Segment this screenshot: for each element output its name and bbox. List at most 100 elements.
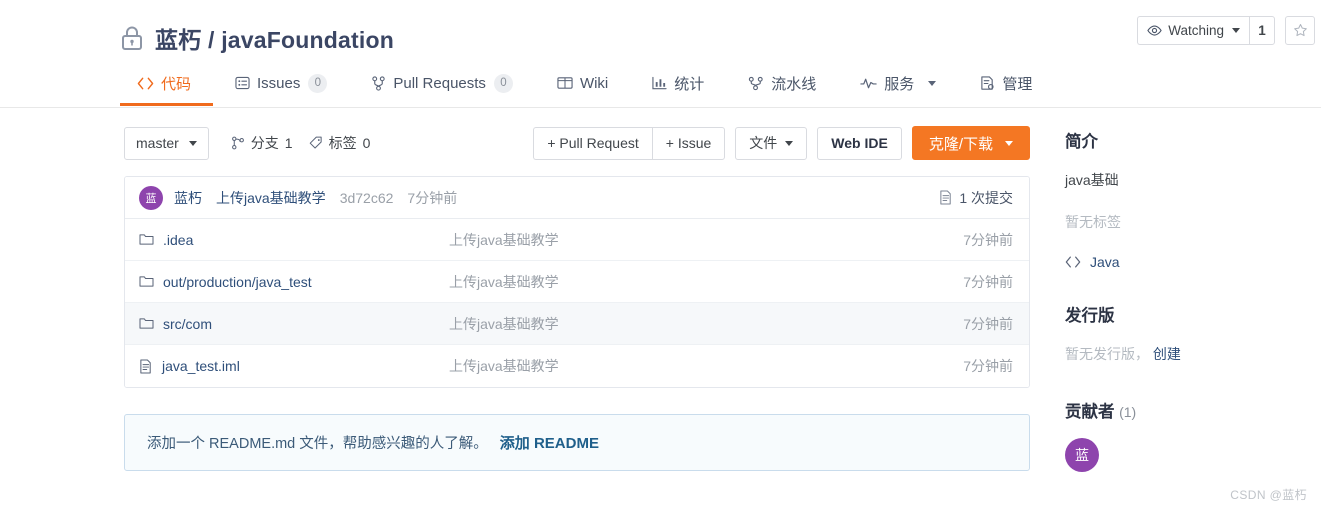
tab-manage[interactable]: 管理	[958, 61, 1054, 105]
primary-language[interactable]: Java	[1065, 254, 1321, 270]
contributors-section: 贡献者 (1) 蓝	[1065, 398, 1321, 472]
web-ide-button[interactable]: Web IDE	[817, 126, 902, 160]
chart-icon	[652, 76, 667, 90]
watch-count[interactable]: 1	[1249, 16, 1275, 45]
branch-icon	[231, 136, 245, 150]
file-time: 7分钟前	[963, 231, 1013, 248]
table-row[interactable]: src/com 上传java基础教学 7分钟前	[125, 303, 1029, 345]
tag-count-label: 标签	[328, 135, 357, 151]
contributor-avatar[interactable]: 蓝	[1065, 438, 1099, 472]
file-commit-message: 上传java基础教学	[449, 358, 559, 374]
chevron-down-icon	[1005, 140, 1013, 146]
readme-notice-text: 添加一个 README.md 文件，帮助感兴趣的人了解。	[147, 436, 488, 452]
contributors-title-label: 贡献者	[1065, 403, 1115, 421]
tab-issues[interactable]: Issues 0	[213, 61, 349, 105]
file-link[interactable]: .idea	[139, 232, 419, 248]
about-title: 简介	[1065, 133, 1098, 151]
eye-icon	[1147, 25, 1162, 36]
primary-language-label: Java	[1090, 254, 1120, 270]
repo-title-separator: /	[208, 27, 215, 53]
commit-count-link[interactable]: 1 次提交	[939, 188, 1013, 208]
pipeline-icon	[748, 76, 764, 91]
folder-icon	[139, 317, 154, 330]
file-link[interactable]: java_test.iml	[139, 358, 419, 374]
settings-doc-icon	[980, 75, 995, 91]
add-readme-link[interactable]: 添加 README	[500, 435, 599, 452]
file-link[interactable]: src/com	[139, 316, 419, 332]
file-icon	[139, 358, 153, 374]
tab-pull-requests-label: Pull Requests	[393, 74, 486, 92]
table-row[interactable]: java_test.iml 上传java基础教学 7分钟前	[125, 345, 1029, 387]
star-button[interactable]	[1285, 16, 1315, 45]
commit-count-label: 1 次提交	[959, 189, 1013, 206]
sidebar: 简介 java基础 暂无标签 Java 发行版 暂无发行版， 创建 贡献者 (1…	[1030, 126, 1321, 506]
branch-selector[interactable]: master	[124, 126, 209, 160]
file-commit-message: 上传java基础教学	[449, 273, 559, 290]
tab-wiki[interactable]: Wiki	[535, 61, 630, 105]
contributors-count: (1)	[1119, 404, 1137, 420]
no-releases-row: 暂无发行版， 创建	[1065, 344, 1321, 364]
pull-request-icon	[371, 75, 386, 91]
chevron-down-icon	[1232, 28, 1240, 33]
file-name-label: out/production/java_test	[163, 273, 312, 290]
repo-description: java基础	[1065, 172, 1119, 188]
about-section: 简介 java基础 暂无标签 Java	[1065, 128, 1321, 270]
commit-author[interactable]: 蓝朽	[174, 188, 202, 208]
file-commit-message: 上传java基础教学	[449, 315, 559, 332]
file-link[interactable]: out/production/java_test	[139, 274, 419, 290]
code-icon	[1065, 256, 1081, 268]
table-row[interactable]: .idea 上传java基础教学 7分钟前	[125, 219, 1029, 261]
tab-issues-badge: 0	[308, 73, 328, 93]
table-row[interactable]: out/production/java_test 上传java基础教学 7分钟前	[125, 261, 1029, 303]
tab-services[interactable]: 服务	[838, 61, 958, 105]
file-menu-button[interactable]: 文件	[735, 126, 808, 160]
repo-name[interactable]: javaFoundation	[221, 27, 394, 53]
tab-statistics-label: 统计	[674, 75, 705, 93]
no-tags-text: 暂无标签	[1065, 214, 1121, 230]
clone-download-label: 克隆/下载	[928, 135, 993, 153]
tag-count-value: 0	[362, 135, 371, 151]
chevron-down-icon	[188, 140, 197, 146]
branch-count-value: 1	[284, 135, 293, 151]
file-time: 7分钟前	[963, 358, 1013, 374]
commit-message[interactable]: 上传java基础教学	[216, 188, 326, 208]
new-pull-request-button[interactable]: + Pull Request	[533, 126, 652, 160]
commit-time: 7分钟前	[407, 189, 458, 206]
tag-count-link[interactable]: 标签 0	[309, 133, 371, 153]
folder-icon	[139, 275, 154, 288]
star-icon	[1293, 23, 1308, 38]
avatar[interactable]: 蓝	[139, 185, 163, 210]
releases-section: 发行版 暂无发行版， 创建	[1065, 302, 1321, 364]
tab-manage-label: 管理	[1002, 75, 1033, 93]
repo-owner[interactable]: 蓝朽	[155, 27, 201, 53]
pulse-icon	[860, 77, 877, 89]
repo-toolbar: master 分支 1 标签 0 + Pull Request + Issue …	[124, 126, 1030, 160]
tab-pull-requests[interactable]: Pull Requests 0	[349, 61, 535, 105]
tag-icon	[309, 136, 323, 150]
watch-button[interactable]: Watching	[1137, 16, 1249, 45]
file-browser-panel: 蓝 蓝朽 上传java基础教学 3d72c62 7分钟前 1 次提交 .idea…	[124, 176, 1030, 388]
watermark: CSDN @蓝朽	[1230, 488, 1307, 502]
tab-pull-requests-badge: 0	[493, 73, 513, 93]
tab-services-label: 服务	[884, 75, 915, 93]
create-release-link[interactable]: 创建	[1153, 346, 1181, 362]
new-issue-button[interactable]: + Issue	[651, 126, 726, 160]
repo-header: 蓝朽 / javaFoundation Watching 1 代码 Issues…	[0, 0, 1321, 108]
clone-download-button[interactable]: 克隆/下载	[911, 126, 1030, 160]
folder-icon	[139, 233, 154, 246]
lock-icon	[120, 25, 144, 51]
tab-code[interactable]: 代码	[120, 61, 214, 106]
branch-count-link[interactable]: 分支 1	[231, 133, 293, 153]
commit-hash[interactable]: 3d72c62	[340, 190, 394, 206]
header-actions: Watching 1	[1137, 16, 1315, 45]
tab-code-label: 代码	[161, 75, 192, 93]
page-body: master 分支 1 标签 0 + Pull Request + Issue …	[0, 108, 1321, 506]
repo-nav-tabs: 代码 Issues 0 Pull Requests 0 Wiki 统计 流水线 …	[0, 60, 1321, 106]
file-commit-message: 上传java基础教学	[449, 231, 559, 248]
watch-button-group: Watching 1	[1137, 16, 1275, 45]
tab-wiki-label: Wiki	[579, 74, 609, 92]
file-menu-label: 文件	[749, 135, 778, 151]
no-releases-text: 暂无发行版，	[1065, 346, 1149, 362]
tab-statistics[interactable]: 统计	[630, 61, 726, 105]
tab-pipeline[interactable]: 流水线	[726, 61, 838, 105]
